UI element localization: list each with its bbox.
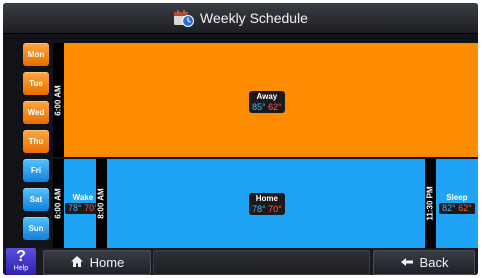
back-button[interactable]: Back [373, 250, 475, 275]
sleep-heat-setpoint: 62° [458, 203, 472, 213]
back-button-label: Back [419, 255, 449, 270]
day-button-wed[interactable]: Wed [23, 101, 49, 124]
sleep-period[interactable]: Sleep 82° 62° [439, 193, 475, 214]
weekday-time-marker[interactable]: 6:00 AM [53, 43, 64, 157]
away-period[interactable]: Away 85° 62° [249, 91, 285, 113]
day-button-tue[interactable]: Tue [23, 72, 49, 95]
weekend-home-time-label: 8:00 AM [97, 188, 107, 219]
day-button-mon[interactable]: Mon [23, 43, 49, 66]
sleep-cool-setpoint: 82° [442, 203, 456, 213]
weekend-home-time-marker[interactable]: 8:00 AM [96, 159, 107, 248]
page-title: Weekly Schedule [200, 10, 308, 26]
arrow-left-icon [400, 255, 414, 270]
schedule-grid: 6:00 AM Away 85° 62° 6:00 AM Wake 78° 70… [53, 43, 478, 248]
day-selector: Mon Tue Wed Thu Fri Sat Sun [23, 43, 51, 243]
home-button-label: Home [89, 255, 125, 270]
help-label: Help [13, 265, 29, 272]
question-icon: ? [16, 248, 26, 265]
thermostat-screen: Weekly Schedule Mon Tue Wed Thu Fri Sat … [3, 3, 478, 275]
weekend-sleep-time-marker[interactable]: 11:30 PM [425, 159, 436, 248]
footer-spacer [153, 250, 370, 275]
bottom-bar: ? Help Home Back [3, 248, 478, 275]
away-heat-setpoint: 62° [268, 102, 282, 112]
title-bar: Weekly Schedule [3, 3, 478, 34]
weekend-wake-time-marker[interactable]: 6:00 AM [53, 159, 64, 248]
day-button-thu[interactable]: Thu [23, 130, 49, 153]
day-button-sun[interactable]: Sun [23, 217, 49, 240]
help-button[interactable]: ? Help [6, 248, 36, 275]
weekday-time-label: 6:00 AM [54, 84, 64, 116]
house-icon [70, 255, 84, 271]
home-heat-setpoint: 70° [268, 204, 282, 214]
day-button-sat[interactable]: Sat [23, 188, 49, 211]
home-period-name: Home [255, 194, 278, 203]
weekend-wake-time-label: 6:00 AM [54, 188, 64, 219]
home-button[interactable]: Home [43, 250, 151, 275]
calendar-clock-icon [173, 9, 195, 27]
away-cool-setpoint: 85° [252, 102, 266, 112]
wake-cool-setpoint: 78° [68, 203, 82, 213]
away-period-name: Away [256, 92, 278, 101]
wake-period-name: Wake [72, 193, 94, 202]
sleep-period-name: Sleep [446, 193, 468, 202]
day-button-fri[interactable]: Fri [23, 159, 49, 182]
home-period[interactable]: Home 78° 70° [249, 193, 285, 215]
weekend-sleep-time-label: 11:30 PM [426, 186, 435, 221]
home-cool-setpoint: 78° [252, 204, 266, 214]
